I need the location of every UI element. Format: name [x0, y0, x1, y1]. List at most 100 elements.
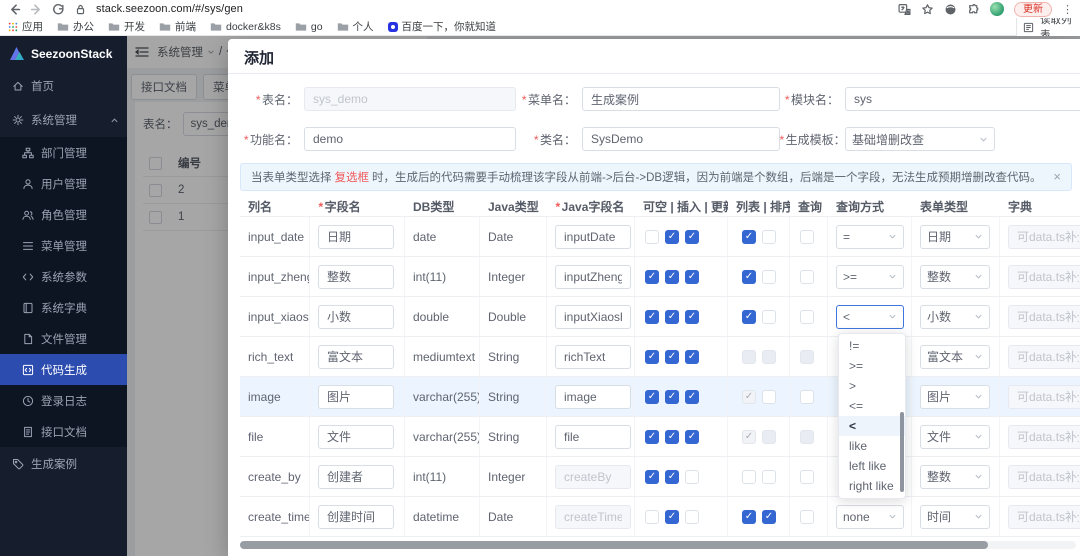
bookmark-folder[interactable]: go	[295, 21, 323, 33]
nullable-checkbox[interactable]	[645, 229, 659, 244]
sidebar-item-10[interactable]: 登录日志	[0, 385, 127, 416]
notice-close-icon[interactable]: ×	[1053, 170, 1061, 184]
insert-checkbox[interactable]	[665, 509, 679, 524]
update-checkbox[interactable]	[685, 309, 699, 324]
dict-input[interactable]	[1008, 304, 1080, 329]
java-field-input[interactable]	[555, 224, 631, 249]
dropdown-option[interactable]: <	[839, 416, 905, 436]
list-checkbox[interactable]	[742, 469, 756, 484]
query-checkbox[interactable]	[800, 509, 814, 524]
sidebar-item-5[interactable]: 菜单管理	[0, 230, 127, 261]
query-mode-select[interactable]: none	[836, 504, 904, 529]
dict-input[interactable]	[1008, 424, 1080, 449]
form-type-select[interactable]: 日期	[920, 224, 990, 249]
nullable-checkbox[interactable]	[645, 269, 659, 284]
sidebar-item-3[interactable]: 用户管理	[0, 168, 127, 199]
dropdown-scrollbar[interactable]	[900, 412, 904, 492]
list-checkbox[interactable]	[742, 509, 756, 524]
form-type-select[interactable]: 整数	[920, 264, 990, 289]
query-mode-select[interactable]: =	[836, 224, 904, 249]
query-checkbox[interactable]	[800, 269, 814, 284]
list-checkbox[interactable]	[742, 309, 756, 324]
template-select[interactable]: 基础增删改查	[845, 127, 995, 151]
insert-checkbox[interactable]	[665, 349, 679, 364]
nullable-checkbox[interactable]	[645, 509, 659, 524]
sort-checkbox[interactable]	[762, 269, 776, 284]
url-text[interactable]: stack.seezoon.com/#/sys/gen	[96, 3, 243, 15]
sidebar-item-6[interactable]: 系统参数	[0, 261, 127, 292]
back-icon[interactable]	[8, 3, 21, 16]
java-field-input[interactable]	[555, 304, 631, 329]
nullable-checkbox[interactable]	[645, 309, 659, 324]
dict-input[interactable]	[1008, 464, 1080, 489]
field-name-input[interactable]	[318, 264, 394, 289]
sidebar-item-12[interactable]: 生成案例	[0, 447, 127, 481]
list-checkbox[interactable]	[742, 229, 756, 244]
update-checkbox[interactable]	[685, 469, 699, 484]
dropdown-option[interactable]: !=	[839, 336, 905, 356]
sidebar-item-home[interactable]: 首页	[0, 69, 127, 103]
sort-checkbox[interactable]	[762, 389, 776, 404]
form-type-select[interactable]: 富文本	[920, 344, 990, 369]
dropdown-option[interactable]: left like	[839, 456, 905, 476]
bookmark-apps[interactable]: 应用	[8, 19, 43, 34]
sidebar-item-11[interactable]: 接口文档	[0, 416, 127, 447]
query-checkbox[interactable]	[800, 469, 814, 484]
update-checkbox[interactable]	[685, 269, 699, 284]
sort-checkbox[interactable]	[762, 469, 776, 484]
query-checkbox[interactable]	[800, 389, 814, 404]
bookmark-folder[interactable]: docker&k8s	[210, 21, 281, 33]
dict-input[interactable]	[1008, 384, 1080, 409]
reading-list[interactable]: 读取列表	[1016, 18, 1080, 36]
bookmark-star-icon[interactable]	[921, 3, 934, 16]
bookmark-folder[interactable]: 前端	[159, 19, 196, 34]
bookmark-folder[interactable]: 办公	[57, 19, 94, 34]
sidebar-item-system[interactable]: 系统管理	[0, 103, 127, 137]
list-checkbox[interactable]	[742, 269, 756, 284]
java-field-input[interactable]	[555, 384, 631, 409]
dict-input[interactable]	[1008, 504, 1080, 529]
insert-checkbox[interactable]	[665, 469, 679, 484]
sort-checkbox[interactable]	[762, 509, 776, 524]
form-type-select[interactable]: 时间	[920, 504, 990, 529]
profile-avatar[interactable]	[990, 2, 1004, 16]
field-name-input[interactable]	[318, 384, 394, 409]
sort-checkbox[interactable]	[762, 229, 776, 244]
insert-checkbox[interactable]	[665, 389, 679, 404]
java-field-input[interactable]	[555, 424, 631, 449]
sidebar-item-4[interactable]: 角色管理	[0, 199, 127, 230]
menu-name-input[interactable]	[582, 87, 780, 111]
field-name-input[interactable]	[318, 424, 394, 449]
insert-checkbox[interactable]	[665, 269, 679, 284]
field-name-input[interactable]	[318, 224, 394, 249]
update-checkbox[interactable]	[685, 349, 699, 364]
dropdown-option[interactable]: right like	[839, 476, 905, 496]
insert-checkbox[interactable]	[665, 229, 679, 244]
query-mode-select[interactable]: >=	[836, 264, 904, 289]
module-name-input[interactable]	[845, 87, 1080, 111]
translate-icon[interactable]	[898, 3, 911, 16]
bookmark-folder[interactable]: 个人	[337, 19, 374, 34]
extensions-puzzle-icon[interactable]	[967, 3, 980, 16]
bookmark-baidu[interactable]: 百度一下，你就知道	[387, 19, 496, 34]
dict-input[interactable]	[1008, 344, 1080, 369]
java-field-input[interactable]	[555, 264, 631, 289]
form-type-select[interactable]: 图片	[920, 384, 990, 409]
sidebar-item-8[interactable]: 文件管理	[0, 323, 127, 354]
brand[interactable]: SeezoonStack	[0, 36, 127, 69]
update-checkbox[interactable]	[685, 229, 699, 244]
bookmark-folder[interactable]: 开发	[108, 19, 145, 34]
form-type-select[interactable]: 整数	[920, 464, 990, 489]
forward-icon[interactable]	[30, 3, 43, 16]
dict-input[interactable]	[1008, 264, 1080, 289]
java-field-input[interactable]	[555, 344, 631, 369]
menu-kebab-icon[interactable]: ⋮	[1062, 3, 1073, 16]
field-name-input[interactable]	[318, 464, 394, 489]
sidebar-item-7[interactable]: 系统字典	[0, 292, 127, 323]
sort-checkbox[interactable]	[762, 309, 776, 324]
query-mode-select[interactable]: <	[836, 304, 904, 329]
dict-input[interactable]	[1008, 224, 1080, 249]
dropdown-option[interactable]: >	[839, 376, 905, 396]
horizontal-scrollbar[interactable]	[240, 541, 1076, 549]
browser-update-button[interactable]: 更新	[1014, 1, 1052, 17]
